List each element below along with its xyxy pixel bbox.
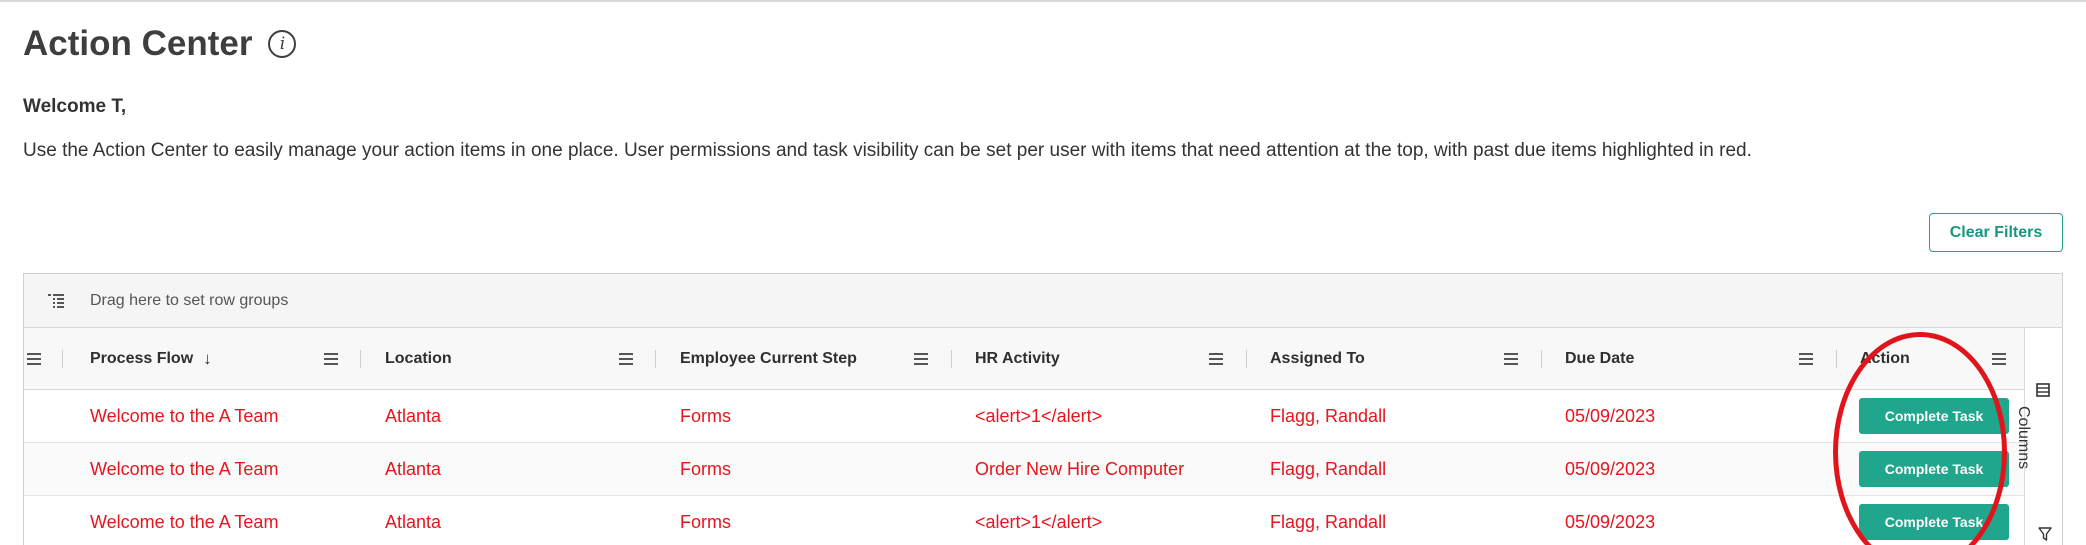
column-header-label: Location [385, 350, 452, 367]
cell-location: Atlanta [385, 511, 442, 532]
columns-panel-tab[interactable]: Columns [2010, 382, 2034, 478]
cell-due-date: 05/09/2023 [1565, 458, 1656, 479]
cell-due-date: 05/09/2023 [1565, 511, 1656, 532]
row-group-drop-zone[interactable]: Drag here to set row groups [24, 274, 2062, 328]
cell-hr-activity: <alert>1</alert> [975, 511, 1103, 532]
cell-hr-activity: <alert>1</alert> [975, 405, 1103, 426]
columns-icon[interactable] [2036, 383, 2050, 397]
column-header-due-date[interactable]: Due Date [1565, 328, 1634, 390]
column-header-label: HR Activity [975, 350, 1060, 367]
clear-filters-button[interactable]: Clear Filters [1929, 213, 2063, 252]
table-row[interactable]: Welcome to the A Team Atlanta Forms <ale… [24, 390, 2024, 443]
cell-assigned-to: Flagg, Randall [1270, 458, 1387, 479]
cell-employee-current-step: Forms [680, 405, 731, 426]
menu-icon[interactable] [1209, 353, 1223, 365]
column-header-hr-activity[interactable]: HR Activity [975, 328, 1060, 390]
grid-header-row: Process Flow ↓ Location Employee Current… [24, 328, 2024, 390]
column-header-location[interactable]: Location [385, 328, 452, 390]
cell-location: Atlanta [385, 405, 442, 426]
row-group-hint: Drag here to set row groups [90, 292, 289, 309]
column-header-employee-current-step[interactable]: Employee Current Step [680, 328, 857, 390]
column-header-assigned-to[interactable]: Assigned To [1270, 328, 1365, 390]
column-header-label: Process Flow [90, 350, 194, 367]
column-separator[interactable] [655, 350, 656, 368]
cell-employee-current-step: Forms [680, 511, 731, 532]
welcome-message: Welcome T, [23, 96, 127, 117]
cell-employee-current-step: Forms [680, 458, 731, 479]
menu-icon[interactable] [1992, 353, 2006, 365]
top-divider [0, 0, 2086, 2]
action-grid: Drag here to set row groups Process Flow… [23, 273, 2063, 545]
column-separator[interactable] [1836, 350, 1837, 368]
table-row[interactable]: Welcome to the A Team Atlanta Forms <ale… [24, 496, 2024, 545]
menu-icon[interactable] [619, 353, 633, 365]
cell-assigned-to: Flagg, Randall [1270, 511, 1387, 532]
page-title: Action Center [23, 24, 253, 63]
cell-location: Atlanta [385, 458, 442, 479]
column-separator[interactable] [1246, 350, 1247, 368]
column-header-label: Due Date [1565, 350, 1635, 367]
column-header-process-flow[interactable]: Process Flow ↓ [90, 328, 212, 390]
sort-descending-icon[interactable]: ↓ [203, 349, 212, 369]
complete-task-button[interactable]: Complete Task [1859, 451, 2009, 487]
cell-process-flow: Welcome to the A Team [90, 405, 279, 426]
column-header-label: Employee Current Step [680, 350, 857, 367]
column-header-action[interactable]: Action [1860, 328, 1910, 390]
complete-task-button[interactable]: Complete Task [1859, 504, 2009, 540]
menu-icon[interactable] [1504, 353, 1518, 365]
cell-assigned-to: Flagg, Randall [1270, 405, 1387, 426]
column-separator[interactable] [951, 350, 952, 368]
page-description: Use the Action Center to easily manage y… [23, 140, 1752, 161]
columns-panel-label: Columns [2015, 406, 2032, 470]
cell-hr-activity: Order New Hire Computer [975, 458, 1185, 479]
info-icon[interactable]: i [268, 30, 297, 58]
menu-icon[interactable] [1799, 353, 1813, 365]
column-header-label: Action [1860, 350, 1910, 367]
cell-due-date: 05/09/2023 [1565, 405, 1656, 426]
column-separator[interactable] [360, 350, 361, 368]
column-separator[interactable] [62, 350, 63, 368]
menu-icon[interactable] [27, 353, 41, 365]
menu-icon[interactable] [914, 353, 928, 365]
page-header: Action Center i [23, 22, 297, 66]
cell-process-flow: Welcome to the A Team [90, 511, 279, 532]
cell-process-flow: Welcome to the A Team [90, 458, 279, 479]
filter-icon[interactable] [2038, 527, 2052, 541]
menu-icon[interactable] [324, 353, 338, 365]
row-group-icon [48, 294, 64, 308]
column-header-label: Assigned To [1270, 350, 1365, 367]
complete-task-button[interactable]: Complete Task [1859, 398, 2009, 434]
column-separator[interactable] [1541, 350, 1542, 368]
table-row[interactable]: Welcome to the A Team Atlanta Forms Orde… [24, 443, 2024, 496]
